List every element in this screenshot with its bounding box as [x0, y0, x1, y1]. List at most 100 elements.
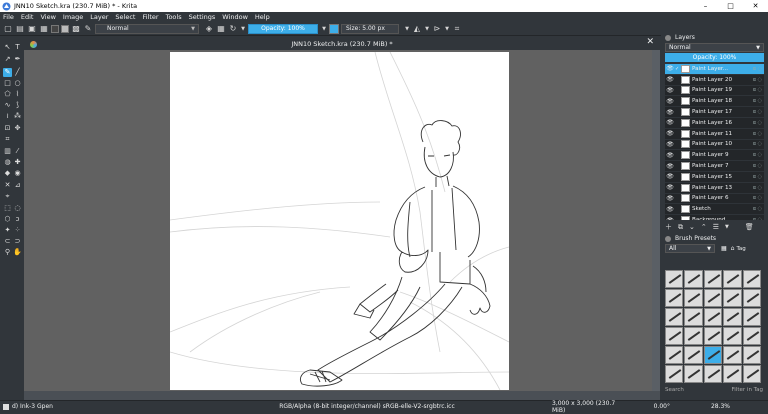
chevron-down-icon[interactable]: ▼: [321, 24, 327, 34]
layer-flags-icon[interactable]: α ◌: [753, 217, 762, 220]
brush-preset-tile[interactable]: [703, 308, 723, 326]
menu-layer[interactable]: Layer: [90, 13, 108, 21]
brush-preset-tile[interactable]: [703, 327, 723, 345]
reload-preset-icon[interactable]: ↻: [228, 24, 238, 34]
brush-preset-tile[interactable]: [703, 270, 723, 288]
brush-preset-icon[interactable]: ✎: [83, 24, 93, 34]
minimize-button[interactable]: –: [693, 2, 718, 10]
transform-tool-icon[interactable]: ⊡: [3, 124, 12, 133]
measure-tool-icon[interactable]: ⊿: [13, 181, 22, 190]
new-document-icon[interactable]: ▢: [3, 24, 13, 34]
polygon-select-icon[interactable]: ⬡: [3, 215, 12, 224]
brush-preset-tile[interactable]: [742, 365, 761, 383]
background-color-swatch[interactable]: [61, 24, 69, 33]
drawing-canvas[interactable]: [170, 52, 509, 390]
crop-tool-icon[interactable]: ⌗: [3, 135, 12, 144]
open-document-icon[interactable]: ▤: [15, 24, 25, 34]
visibility-eye-icon[interactable]: 👁: [665, 173, 675, 180]
layer-row[interactable]: 👁 Sketch α ◌: [665, 204, 764, 216]
visibility-eye-icon[interactable]: 👁: [665, 98, 675, 105]
brush-preset-tile[interactable]: [723, 289, 742, 307]
visibility-eye-icon[interactable]: 👁: [665, 87, 675, 94]
brush-preset-tile[interactable]: [742, 327, 761, 345]
edit-shapes-icon[interactable]: ↗: [3, 55, 12, 64]
pan-tool-icon[interactable]: ✋: [13, 248, 22, 257]
close-window-button[interactable]: ✕: [743, 2, 768, 10]
zoom-value[interactable]: 28.3%: [670, 403, 730, 410]
brush-filter-select[interactable]: All ▼: [665, 244, 715, 253]
layer-flags-icon[interactable]: α ◌: [753, 120, 762, 126]
similar-select-icon[interactable]: ⁘: [13, 226, 22, 235]
brush-preset-tile[interactable]: [684, 289, 703, 307]
visibility-eye-icon[interactable]: 👁: [665, 141, 675, 148]
chevron-down-icon[interactable]: ▼: [444, 24, 450, 34]
polyline-tool-icon[interactable]: ⌇: [13, 90, 22, 99]
menu-settings[interactable]: Settings: [189, 13, 216, 21]
brush-preset-tile[interactable]: [684, 270, 703, 288]
grid-view-icon[interactable]: ▦: [721, 245, 727, 252]
visibility-eye-icon[interactable]: 👁: [665, 119, 675, 126]
rotation-value[interactable]: 0.00°: [630, 403, 670, 410]
menu-file[interactable]: File: [3, 13, 14, 21]
chevron-down-icon[interactable]: ▼: [725, 224, 729, 230]
line-tool-icon[interactable]: ╱: [13, 68, 22, 77]
brush-preset-tile[interactable]: [723, 270, 742, 288]
chevron-down-icon[interactable]: ▼: [240, 24, 246, 34]
layer-flags-icon[interactable]: α ◌: [753, 152, 762, 158]
rect-select-icon[interactable]: ⬚: [3, 204, 12, 213]
menu-filter[interactable]: Filter: [142, 13, 158, 21]
layer-flags-icon[interactable]: α ◌: [753, 141, 762, 147]
assistant-tool-icon[interactable]: ✕: [3, 181, 12, 190]
layer-flags-icon[interactable]: α ◌: [753, 174, 762, 180]
visibility-eye-icon[interactable]: 👁: [665, 163, 675, 170]
brush-preset-tile[interactable]: [703, 289, 723, 307]
brush-preset-tile[interactable]: [684, 346, 703, 364]
zoom-tool-icon[interactable]: ⚲: [3, 248, 12, 257]
menu-select[interactable]: Select: [115, 13, 135, 21]
layer-flags-icon[interactable]: α ◌: [753, 195, 762, 201]
duplicate-layer-icon[interactable]: ⧉: [678, 223, 683, 232]
freehand-path-icon[interactable]: ⟆: [13, 101, 22, 110]
visibility-eye-icon[interactable]: 👁: [665, 184, 675, 191]
brush-preset-tile[interactable]: [684, 327, 703, 345]
brush-preset-tile[interactable]: [665, 346, 684, 364]
wrap-around-icon[interactable]: ⌗: [452, 24, 462, 34]
menu-image[interactable]: Image: [63, 13, 83, 21]
chevron-down-icon[interactable]: ▼: [424, 24, 430, 34]
brush-preset-tile[interactable]: [684, 365, 703, 383]
visibility-eye-icon[interactable]: 👁: [665, 76, 675, 83]
menu-help[interactable]: Help: [255, 13, 270, 21]
layer-row[interactable]: 👁 Paint Layer 6 α ◌: [665, 194, 764, 205]
blend-mode-select[interactable]: Normal ▼: [95, 23, 199, 34]
layer-row[interactable]: 👁 Paint Layer 19 α ◌: [665, 86, 764, 97]
move-layer-down-icon[interactable]: ⌄: [689, 223, 695, 231]
layer-blend-mode-select[interactable]: Normal ▼: [665, 43, 764, 52]
add-layer-icon[interactable]: ＋: [665, 222, 672, 232]
layer-row[interactable]: 👁 Paint Layer 9 α ◌: [665, 150, 764, 162]
bezier-tool-icon[interactable]: ∿: [3, 101, 12, 110]
layer-flags-icon[interactable]: α ◌: [753, 163, 762, 169]
polygon-tool-icon[interactable]: ⬠: [3, 90, 12, 99]
brush-preset-tile[interactable]: [665, 289, 684, 307]
document-tab[interactable]: JNN10 Sketch.kra (230.7 MiB) * ✕: [24, 37, 660, 50]
layer-row[interactable]: 👁 Paint Layer 15 α ◌: [665, 172, 764, 183]
brush-preset-tile[interactable]: [742, 308, 761, 326]
menu-window[interactable]: Window: [222, 13, 248, 21]
filter-in-tag-checkbox[interactable]: Filter in Tag: [732, 387, 763, 393]
menu-tools[interactable]: Tools: [166, 13, 182, 21]
fill-tool-icon[interactable]: ◆: [3, 169, 12, 178]
brush-size-slider[interactable]: Size: 5.00 px: [341, 23, 399, 34]
menu-view[interactable]: View: [40, 13, 55, 21]
layer-flags-icon[interactable]: α ◌: [753, 66, 762, 72]
layer-flags-icon[interactable]: α ◌: [753, 109, 762, 115]
maximize-button[interactable]: □: [718, 2, 743, 10]
eraser-mode-icon[interactable]: ◈: [204, 24, 214, 34]
freehand-brush-icon[interactable]: ✎: [3, 68, 12, 77]
opacity-slider[interactable]: Opacity: 100%: [248, 23, 318, 34]
move-layer-up-icon[interactable]: ⌃: [701, 223, 707, 231]
mirror-horizontal-icon[interactable]: ◭: [412, 24, 422, 34]
gradient-tool-icon[interactable]: ▥: [3, 147, 12, 156]
save-icon[interactable]: ▣: [27, 24, 37, 34]
brush-preset-tile[interactable]: [703, 365, 723, 383]
text-tool-icon[interactable]: T: [13, 43, 22, 52]
